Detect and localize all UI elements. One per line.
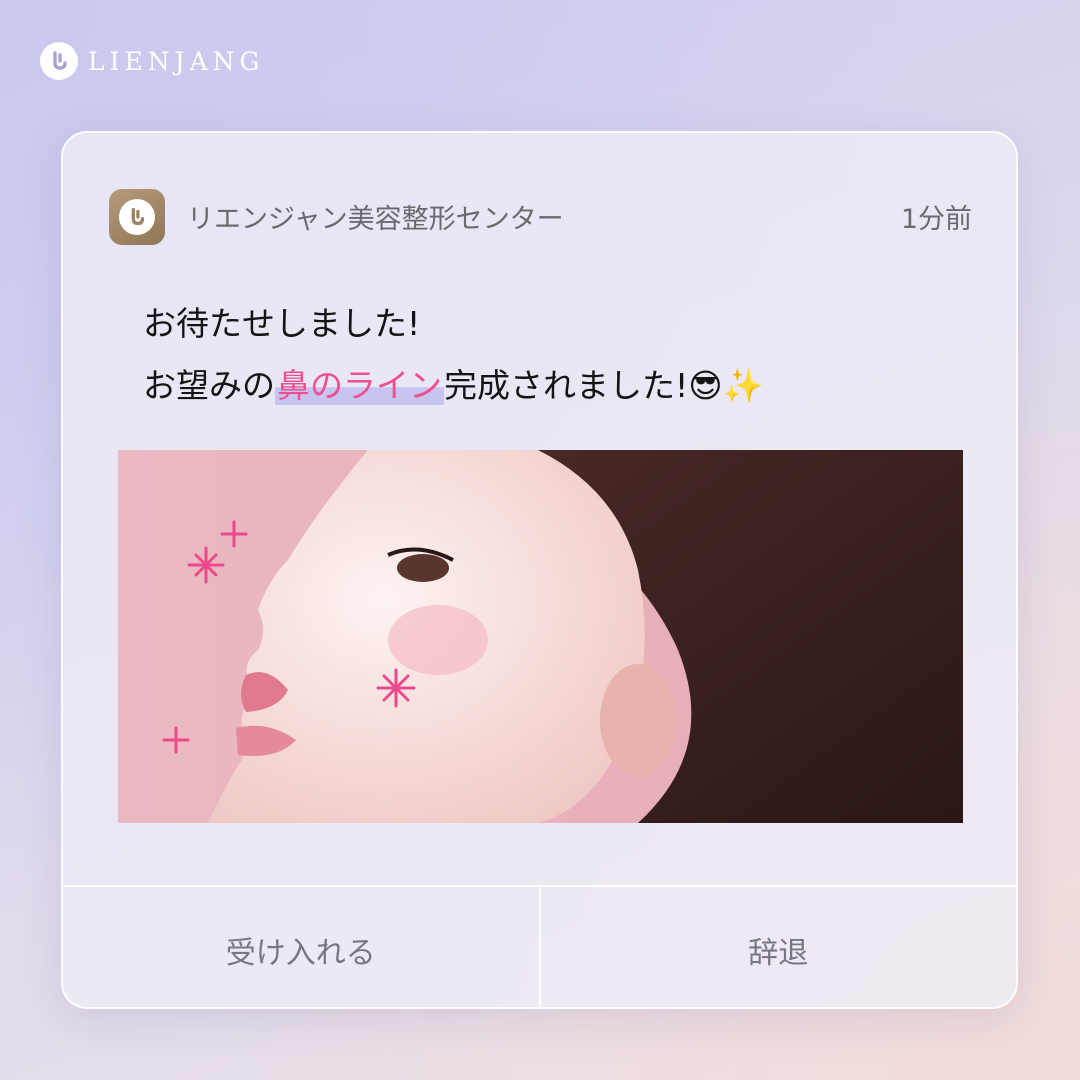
notification-message: お待たせしました! お望みの鼻のライン完成されました!😎✨ [143, 293, 764, 417]
notification-actions: 受け入れる 辞退 [63, 885, 1017, 1007]
message-text-before: お望みの [143, 366, 275, 405]
message-text-after: 完成されました! [444, 366, 689, 405]
message-line-1: お待たせしました! [143, 304, 421, 343]
app-name: リエンジャン美容整形センター [187, 204, 564, 235]
lienjang-logo-icon [40, 42, 78, 80]
timestamp: 1分前 [900, 204, 972, 235]
accept-button[interactable]: 受け入れる [63, 887, 539, 1007]
decline-button[interactable]: 辞退 [538, 887, 1017, 1007]
notification-card[interactable]: リエンジャン美容整形センター 1分前 お待たせしました! お望みの鼻のライン完成… [61, 131, 1018, 1009]
woman-profile-photo [118, 450, 963, 823]
lienjang-app-icon [109, 189, 165, 245]
brand-logo: LIENJANG [40, 42, 265, 80]
highlight-text: 鼻のライン [275, 366, 444, 405]
brand-name: LIENJANG [88, 46, 265, 76]
emoji: 😎✨ [688, 366, 764, 405]
message-line-2: お望みの鼻のライン完成されました!😎✨ [143, 355, 764, 417]
